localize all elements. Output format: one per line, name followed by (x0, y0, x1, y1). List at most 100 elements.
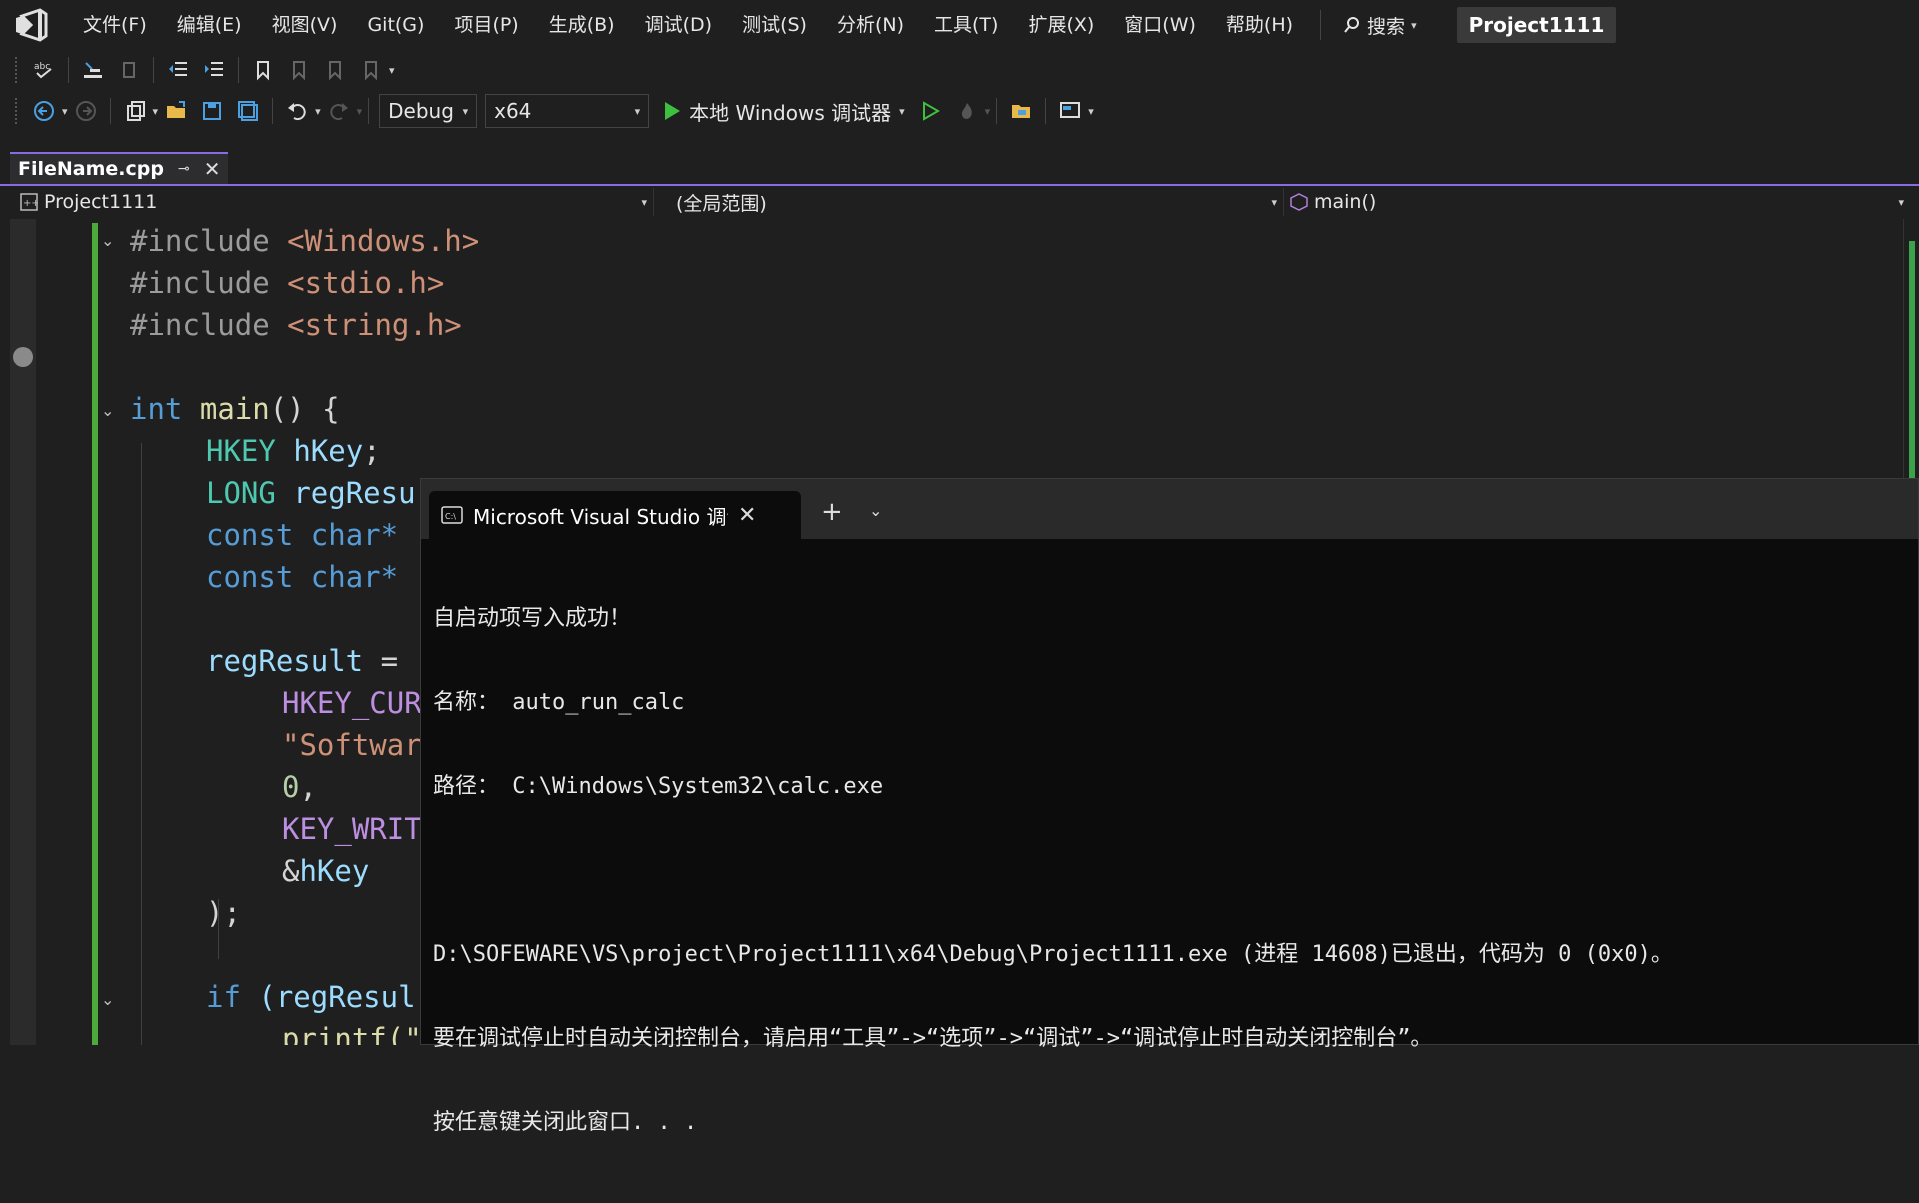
new-project-icon[interactable] (123, 99, 147, 123)
menu-help[interactable]: 帮助(H) (1211, 0, 1308, 50)
hot-reload-icon[interactable] (955, 99, 979, 123)
navigate-forward-icon[interactable] (74, 99, 98, 123)
member-select[interactable]: main() ▾ (1284, 188, 1910, 216)
debug-console-window[interactable]: C:\ Microsoft Visual Studio 调试 ✕ + ⌄ 自启动… (420, 478, 1919, 1135)
navigate-back-icon[interactable] (32, 99, 56, 123)
previous-bookmark-icon[interactable] (287, 58, 311, 82)
search-button[interactable]: 搜索 ▾ (1333, 12, 1427, 39)
toolbar-overflow-icon[interactable]: ▾ (1088, 105, 1094, 118)
terminal-titlebar[interactable]: C:\ Microsoft Visual Studio 调试 ✕ + ⌄ (421, 479, 1918, 539)
toolbar-overflow-icon[interactable]: ▾ (389, 64, 395, 77)
next-bookmark-icon[interactable] (323, 58, 347, 82)
indicator-margin[interactable] (10, 219, 36, 1045)
chevron-down-icon[interactable]: ▾ (153, 105, 159, 118)
menu-project[interactable]: 项目(P) (439, 0, 533, 50)
project-icon: ++ (20, 193, 38, 211)
code-token: const (206, 518, 294, 552)
toolbar-separator (368, 98, 370, 124)
play-icon (665, 102, 681, 120)
scope-select[interactable]: (全局范围) ▾ (654, 188, 1284, 216)
project-select[interactable]: ++ Project1111 ▾ (14, 188, 654, 216)
menu-build[interactable]: 生成(B) (534, 0, 630, 50)
uncomment-lines-icon[interactable] (117, 58, 141, 82)
code-line: LONG regResu (206, 473, 416, 513)
chevron-down-icon: ▾ (634, 104, 641, 118)
chevron-down-icon[interactable]: ▾ (315, 105, 321, 118)
chevron-down-icon[interactable]: ▾ (985, 105, 991, 118)
bookmark-icon[interactable] (251, 58, 275, 82)
scrollbar-change-marker (1909, 241, 1915, 496)
menu-window[interactable]: 窗口(W) (1109, 0, 1211, 50)
menu-view[interactable]: 视图(V) (257, 0, 353, 50)
tab-title: FileName.cpp (18, 158, 164, 180)
solution-explorer-icon[interactable] (1009, 99, 1033, 123)
fold-toggle-icon[interactable]: ⌄ (101, 231, 114, 250)
code-line: const char* (206, 557, 398, 597)
toolbar-grip[interactable] (14, 56, 18, 84)
redo-icon[interactable] (327, 99, 351, 123)
code-token: #include (130, 224, 270, 258)
chevron-down-icon[interactable]: ▾ (62, 105, 68, 118)
menu-git[interactable]: Git(G) (352, 0, 439, 50)
menu-debug[interactable]: 调试(D) (630, 0, 727, 50)
terminal-line: 名称： auto_run_calc (433, 690, 685, 715)
project-select-value: Project1111 (44, 191, 158, 213)
code-token: const (206, 560, 294, 594)
undo-icon[interactable] (285, 99, 309, 123)
save-icon[interactable] (200, 99, 224, 123)
breakpoint-icon[interactable] (13, 347, 33, 367)
close-icon[interactable]: ✕ (204, 157, 221, 181)
code-line: 0, (282, 767, 317, 807)
fold-toggle-icon[interactable]: ⌄ (101, 990, 114, 1009)
fold-toggle-icon[interactable]: ⌄ (101, 401, 114, 420)
menu-edit[interactable]: 编辑(E) (162, 0, 257, 50)
code-line: printf(" (282, 1019, 422, 1045)
menu-file[interactable]: 文件(F) (68, 0, 162, 50)
clear-bookmarks-icon[interactable] (359, 58, 383, 82)
code-token: #include (130, 308, 270, 342)
chevron-down-icon[interactable]: ⌄ (869, 501, 882, 520)
toolbar-separator (996, 98, 998, 124)
start-debugging-button[interactable]: 本地 Windows 调试器 ▾ (663, 97, 905, 126)
code-line: int main() { (130, 389, 340, 429)
toolbar-grip[interactable] (14, 97, 18, 125)
window-layout-icon[interactable] (1058, 99, 1082, 123)
spell-check-icon[interactable]: abc (32, 58, 56, 82)
menu-tools[interactable]: 工具(T) (919, 0, 1013, 50)
open-folder-icon[interactable] (164, 99, 188, 123)
tab-filename-cpp[interactable]: FileName.cpp ⊸ ✕ (10, 152, 229, 184)
navigation-bar: ++ Project1111 ▾ (全局范围) ▾ main() ▾ (0, 187, 1919, 217)
start-without-debugging-icon[interactable] (919, 99, 943, 123)
terminal-line: 路径： C:\Windows\System32\calc.exe (433, 774, 884, 799)
solution-platform-select[interactable]: x64 ▾ (485, 94, 650, 128)
save-all-icon[interactable] (236, 99, 260, 123)
chevron-down-icon: ▾ (641, 195, 647, 209)
pin-icon[interactable]: ⊸ (178, 161, 190, 177)
search-icon (1344, 17, 1360, 33)
terminal-tab[interactable]: C:\ Microsoft Visual Studio 调试 ✕ (429, 491, 801, 539)
code-token: <string.h> (287, 308, 462, 342)
code-token: ); (206, 896, 241, 930)
chevron-down-icon[interactable]: ▾ (357, 105, 363, 118)
code-line: #include <string.h> (130, 305, 462, 345)
terminal-tab-title: Microsoft Visual Studio 调试 (473, 504, 728, 529)
code-token: "Softwar (282, 728, 422, 762)
platform-value: x64 (494, 99, 532, 123)
comment-lines-icon[interactable] (81, 58, 105, 82)
terminal-output[interactable]: 自启动项写入成功！ 名称： auto_run_calc 路径： C:\Windo… (421, 539, 1918, 1203)
outdent-icon[interactable] (166, 58, 190, 82)
terminal-line: D:\SOFEWARE\VS\project\Project1111\x64\D… (433, 942, 1673, 967)
menu-test[interactable]: 测试(S) (727, 0, 822, 50)
indent-icon[interactable] (202, 58, 226, 82)
new-tab-icon[interactable]: + (821, 497, 843, 527)
change-tracking-bar (92, 223, 98, 1045)
menu-extensions[interactable]: 扩展(X) (1013, 0, 1109, 50)
code-token: <stdio.h> (287, 266, 445, 300)
solution-configuration-select[interactable]: Debug ▾ (379, 94, 478, 128)
chevron-down-icon[interactable]: ▾ (899, 105, 905, 118)
menu-separator (1320, 10, 1322, 40)
menu-analyze[interactable]: 分析(N) (822, 0, 919, 50)
close-icon[interactable]: ✕ (738, 503, 756, 528)
code-token: , (299, 770, 317, 804)
